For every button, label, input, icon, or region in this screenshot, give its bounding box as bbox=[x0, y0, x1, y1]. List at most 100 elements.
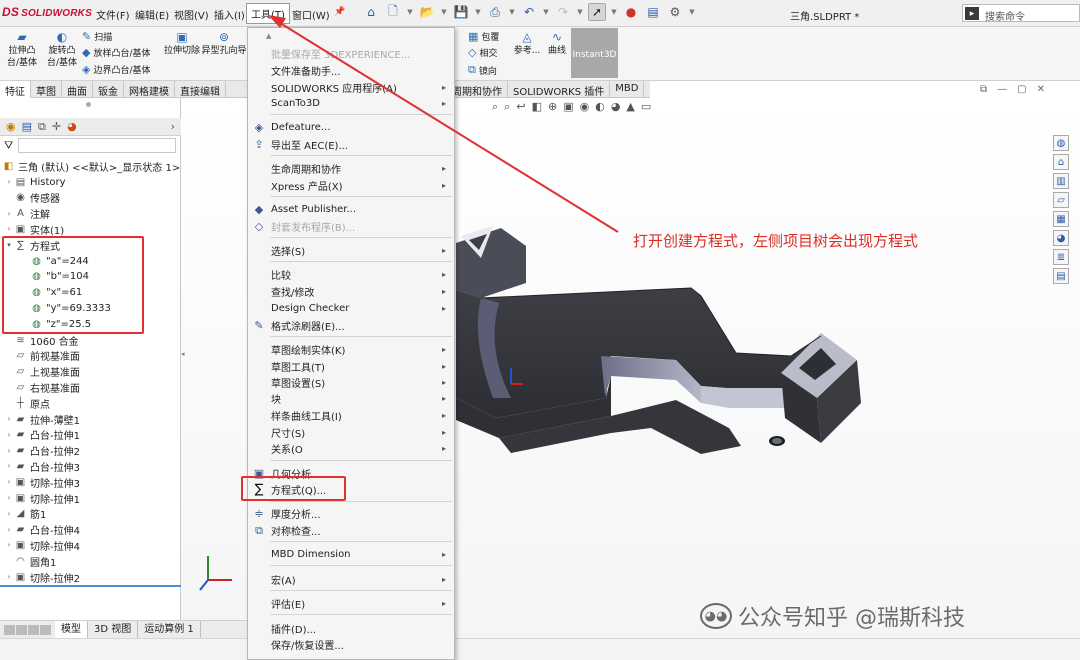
tab-right-0[interactable]: 周期和协作 bbox=[447, 81, 508, 98]
chevron-down-icon[interactable]: ▼ bbox=[508, 3, 516, 21]
tools-menu-item[interactable]: ◆ Asset Publisher... bbox=[248, 201, 454, 218]
tools-menu-item[interactable]: 比较 ▸ bbox=[248, 266, 454, 283]
new-file-icon[interactable]: 🗋 bbox=[384, 3, 402, 21]
section-view-icon[interactable]: ◧ bbox=[532, 100, 542, 114]
tab-5[interactable]: 直接编辑 bbox=[175, 81, 226, 98]
tools-menu-item[interactable]: 批量保存至 3DEXPERIENCE... bbox=[248, 45, 454, 62]
chevron-right-icon[interactable]: › bbox=[4, 225, 14, 233]
chevron-right-icon[interactable]: › bbox=[4, 210, 14, 218]
chevron-right-icon[interactable]: › bbox=[4, 494, 14, 502]
chevron-right-icon[interactable]: › bbox=[4, 462, 14, 470]
close-icon[interactable]: ✕ bbox=[1037, 84, 1045, 95]
chevron-right-icon[interactable]: › bbox=[4, 541, 14, 549]
print-icon[interactable]: ⎙ bbox=[486, 3, 504, 21]
search-commands-field[interactable]: ▸ 搜索命令 bbox=[962, 4, 1080, 23]
maximize-icon[interactable]: ▢ bbox=[1017, 84, 1026, 95]
tools-menu-item[interactable]: ⇪ 导出至 AEC(E)... bbox=[248, 136, 454, 153]
tools-menu-item[interactable]: 宏(A) ▸ bbox=[248, 571, 454, 588]
file-properties-icon[interactable]: ▤ bbox=[644, 3, 662, 21]
feature-manager-tab-icon[interactable]: ◉ bbox=[6, 120, 16, 133]
tools-menu-item[interactable]: 样条曲线工具(I) ▸ bbox=[248, 407, 454, 424]
tools-menu-item[interactable]: Design Checker ▸ bbox=[248, 300, 454, 317]
dimxpert-tab-icon[interactable]: ✛ bbox=[52, 120, 61, 133]
revolve-boss-button[interactable]: ◐ 旋转凸台/基体 bbox=[44, 30, 80, 69]
custom-properties-icon[interactable]: ≣ bbox=[1053, 249, 1069, 265]
rollback-bar[interactable] bbox=[0, 585, 181, 587]
edit-appearance-icon[interactable]: ◕ bbox=[611, 100, 621, 114]
property-manager-tab-icon[interactable]: ▤ bbox=[22, 120, 32, 133]
menu-5[interactable]: 窗口(W) bbox=[292, 7, 330, 22]
view-settings-icon[interactable]: ▭ bbox=[641, 100, 651, 114]
save-icon[interactable]: 💾 bbox=[452, 3, 470, 21]
tree-item[interactable]: ◠ 圆角1 bbox=[4, 553, 56, 569]
configuration-manager-tab-icon[interactable]: ⧉ bbox=[38, 120, 46, 134]
chevron-down-icon[interactable]: ▼ bbox=[542, 3, 550, 21]
forum-icon[interactable]: ▤ bbox=[1053, 268, 1069, 284]
tree-item[interactable]: ▱ 右视基准面 bbox=[4, 379, 80, 395]
hole-wizard-button[interactable]: ⊚ 异型孔向导 bbox=[200, 30, 248, 57]
pin-menu-icon[interactable]: 📌 bbox=[334, 7, 345, 17]
tree-filter-input[interactable] bbox=[18, 138, 176, 153]
minimize-icon[interactable]: — bbox=[997, 84, 1007, 95]
home-icon[interactable]: ⌂ bbox=[1053, 154, 1069, 170]
options-gear-icon[interactable]: ⚙ bbox=[666, 3, 684, 21]
bottom-tab-2[interactable]: 运动算例 1 bbox=[138, 620, 201, 639]
tree-item[interactable]: ≋ 1060 合金 bbox=[4, 332, 78, 348]
tools-menu-item[interactable]: 尺寸(S) ▸ bbox=[248, 424, 454, 441]
chevron-right-icon[interactable]: › bbox=[4, 478, 14, 486]
tab-3[interactable]: 钣金 bbox=[93, 81, 124, 98]
tools-menu-item[interactable]: 文件准备助手... bbox=[248, 62, 454, 79]
tools-menu-item[interactable]: ◈ Defeature... bbox=[248, 119, 454, 136]
tools-menu-item[interactable]: 查找/修改 ▸ bbox=[248, 283, 454, 300]
display-manager-tab-icon[interactable]: ◕ bbox=[67, 120, 77, 133]
tree-item[interactable]: › ▰ 拉伸-薄壁1 bbox=[4, 411, 80, 427]
wrap-button[interactable]: ▦ 包覆 bbox=[468, 30, 499, 43]
tree-item[interactable]: › ▰ 凸台-拉伸3 bbox=[4, 458, 80, 474]
tools-menu-item[interactable]: 草图工具(T) ▸ bbox=[248, 358, 454, 375]
select-cursor-icon[interactable]: ➚ bbox=[588, 3, 606, 21]
tree-item[interactable]: › A 注解 bbox=[4, 206, 50, 222]
redo-icon[interactable]: ↷ bbox=[554, 3, 572, 21]
tree-root-part[interactable]: ◧ 三角 (默认) <<默认>_显示状态 1> bbox=[2, 158, 180, 174]
bottom-tab-1[interactable]: 3D 视图 bbox=[88, 620, 139, 639]
chevron-down-icon[interactable]: ▼ bbox=[576, 3, 584, 21]
tools-menu-item[interactable]: 插件(D)... bbox=[248, 620, 454, 637]
tree-item[interactable]: › ▣ 切除-拉伸3 bbox=[4, 474, 80, 490]
chevron-down-icon[interactable]: ▼ bbox=[406, 3, 414, 21]
file-explorer-icon[interactable]: ▱ bbox=[1053, 192, 1069, 208]
tab-right-2[interactable]: MBD bbox=[610, 81, 645, 98]
tools-menu-item[interactable]: Xpress 产品(X) ▸ bbox=[248, 177, 454, 194]
tree-item[interactable]: › ▤ History bbox=[4, 174, 66, 190]
tools-menu-item[interactable]: ≑ 厚度分析... bbox=[248, 505, 454, 522]
dynamic-annotation-icon[interactable]: ⊕ bbox=[548, 100, 557, 114]
tools-menu-item[interactable]: 选择(S) ▸ bbox=[248, 242, 454, 259]
zoom-fit-icon[interactable]: ⌕ bbox=[492, 100, 498, 114]
chevron-right-icon[interactable]: › bbox=[171, 120, 175, 133]
chevron-right-icon[interactable]: › bbox=[4, 510, 14, 518]
chevron-right-icon[interactable]: › bbox=[4, 415, 14, 423]
reference-geometry-button[interactable]: ◬ 参考... bbox=[512, 30, 542, 57]
tools-menu-item[interactable]: 块 ▸ bbox=[248, 390, 454, 407]
sweep-button[interactable]: ✎ 扫描 bbox=[82, 30, 112, 43]
menu-3[interactable]: 插入(I) bbox=[214, 7, 245, 22]
tree-item[interactable]: › ▣ 切除-拉伸1 bbox=[4, 490, 80, 506]
tab-right-1[interactable]: SOLIDWORKS 插件 bbox=[508, 81, 611, 98]
tools-menu-item[interactable]: 草图设置(S) ▸ bbox=[248, 374, 454, 391]
view-palette-icon[interactable]: ▦ bbox=[1053, 211, 1069, 227]
curves-button[interactable]: ∿ 曲线 bbox=[544, 30, 570, 57]
previous-view-icon[interactable]: ↩ bbox=[516, 100, 525, 114]
chevron-down-icon[interactable]: ▼ bbox=[440, 3, 448, 21]
menu-2[interactable]: 视图(V) bbox=[174, 7, 209, 22]
extrude-cut-button[interactable]: ▣ 拉伸切除 bbox=[164, 30, 200, 57]
tools-menu-item[interactable]: 生命周期和协作 ▸ bbox=[248, 160, 454, 177]
bottom-tab-0[interactable]: 模型 bbox=[55, 620, 88, 639]
tree-item[interactable]: › ▰ 凸台-拉伸4 bbox=[4, 522, 80, 538]
loft-button[interactable]: ◆ 放样凸台/基体 bbox=[82, 46, 151, 59]
instant3d-button[interactable]: Instant3D bbox=[571, 28, 618, 78]
mirror-button[interactable]: ⧉ 镜向 bbox=[468, 63, 497, 77]
tree-item[interactable]: › ▰ 凸台-拉伸2 bbox=[4, 443, 80, 459]
hide-show-icon[interactable]: ◐ bbox=[595, 100, 605, 114]
filter-icon[interactable]: ⛛ bbox=[4, 139, 13, 153]
tab-0[interactable]: 特征 bbox=[0, 81, 31, 98]
tools-menu-item[interactable]: ✎ 格式涂刷器(E)... bbox=[248, 317, 454, 334]
